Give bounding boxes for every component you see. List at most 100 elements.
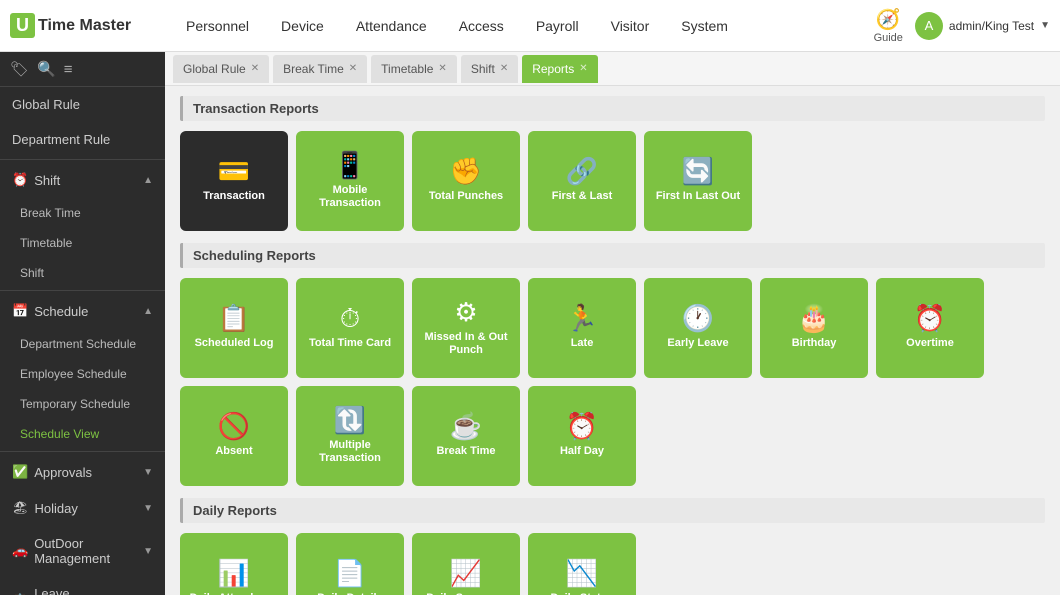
card-first-in-last-out-label: First In Last Out bbox=[656, 190, 740, 203]
tab-break-time-label: Break Time bbox=[283, 62, 344, 76]
tag-icon[interactable]: 🏷 bbox=[10, 60, 29, 78]
logo[interactable]: U Time Master bbox=[10, 13, 150, 38]
transaction-reports-grid: 💳 Transaction 📱 Mobile Transaction ✊ Tot… bbox=[180, 131, 1045, 231]
approvals-chevron-icon: ▼ bbox=[143, 467, 153, 478]
sidebar-section-approvals[interactable]: ✅ Approvals ▼ bbox=[0, 454, 165, 490]
sidebar-section-outdoor-icon: 🚗 bbox=[12, 543, 28, 559]
holiday-chevron-icon: ▼ bbox=[143, 503, 153, 514]
tab-global-rule[interactable]: Global Rule ✕ bbox=[173, 55, 269, 83]
sidebar-item-employee-schedule[interactable]: Employee Schedule bbox=[0, 359, 165, 389]
card-daily-attendance[interactable]: 📊 Daily Attendance bbox=[180, 533, 288, 595]
sidebar-section-department-rule[interactable]: Department Rule bbox=[0, 122, 165, 157]
user-info[interactable]: A admin/King Test ▼ bbox=[915, 12, 1050, 40]
card-transaction[interactable]: 💳 Transaction bbox=[180, 131, 288, 231]
nav-items: Personnel Device Attendance Access Payro… bbox=[170, 0, 874, 52]
nav-attendance[interactable]: Attendance bbox=[340, 0, 443, 52]
guide-button[interactable]: 🧭 Guide bbox=[874, 7, 903, 44]
card-overtime-label: Overtime bbox=[906, 337, 954, 350]
nav-right: 🧭 Guide A admin/King Test ▼ bbox=[874, 7, 1050, 44]
card-multiple-transaction-label: Multiple Transaction bbox=[304, 439, 396, 465]
sidebar-section-outdoor-label: OutDoor Management bbox=[34, 536, 143, 566]
sidebar-section-global-rule-label: Global Rule bbox=[12, 97, 80, 112]
sidebar-section-leave[interactable]: 📋 Leave Management ▼ bbox=[0, 576, 165, 595]
tab-break-time-close[interactable]: ✕ bbox=[349, 63, 357, 74]
tab-timetable-label: Timetable bbox=[381, 62, 433, 76]
card-birthday[interactable]: 🎂 Birthday bbox=[760, 278, 868, 378]
tab-timetable[interactable]: Timetable ✕ bbox=[371, 55, 457, 83]
card-daily-summary[interactable]: 📈 Daily Summary bbox=[412, 533, 520, 595]
card-total-time-card[interactable]: ⏱ Total Time Card bbox=[296, 278, 404, 378]
top-navigation: U Time Master Personnel Device Attendanc… bbox=[0, 0, 1060, 52]
break-time-icon: ☕ bbox=[450, 413, 482, 439]
divider-2 bbox=[0, 290, 165, 291]
tab-timetable-close[interactable]: ✕ bbox=[438, 63, 446, 74]
nav-personnel[interactable]: Personnel bbox=[170, 0, 265, 52]
card-first-in-last-out[interactable]: 🔄 First In Last Out bbox=[644, 131, 752, 231]
tab-reports-label: Reports bbox=[532, 62, 574, 76]
card-early-leave[interactable]: 🕐 Early Leave bbox=[644, 278, 752, 378]
sidebar-item-department-schedule[interactable]: Department Schedule bbox=[0, 329, 165, 359]
card-late[interactable]: 🏃 Late bbox=[528, 278, 636, 378]
sidebar-item-temporary-schedule[interactable]: Temporary Schedule bbox=[0, 389, 165, 419]
sidebar-item-break-time[interactable]: Break Time bbox=[0, 198, 165, 228]
schedule-chevron-icon: ▲ bbox=[143, 306, 153, 317]
sidebar-section-outdoor[interactable]: 🚗 OutDoor Management ▼ bbox=[0, 526, 165, 576]
sidebar-item-schedule-view[interactable]: Schedule View bbox=[0, 419, 165, 449]
birthday-icon: 🎂 bbox=[798, 305, 830, 331]
early-leave-icon: 🕐 bbox=[682, 305, 714, 331]
daily-reports-title: Daily Reports bbox=[193, 503, 277, 518]
first-in-last-out-icon: 🔄 bbox=[682, 158, 714, 184]
content-area: Global Rule ✕ Break Time ✕ Timetable ✕ S… bbox=[165, 52, 1060, 595]
absent-icon: 🚫 bbox=[218, 413, 250, 439]
nav-visitor[interactable]: Visitor bbox=[595, 0, 666, 52]
sidebar-section-approvals-label: Approvals bbox=[34, 465, 143, 480]
search-icon[interactable]: 🔍 bbox=[37, 60, 56, 78]
card-mobile-transaction[interactable]: 📱 Mobile Transaction bbox=[296, 131, 404, 231]
missed-punch-icon: ⚙ bbox=[454, 299, 477, 325]
sidebar-section-leave-label: Leave Management bbox=[34, 586, 143, 595]
scheduling-reports-title: Scheduling Reports bbox=[193, 248, 316, 263]
card-missed-in-out-punch[interactable]: ⚙ Missed In & Out Punch bbox=[412, 278, 520, 378]
user-name: admin/King Test bbox=[949, 19, 1034, 33]
nav-payroll[interactable]: Payroll bbox=[520, 0, 595, 52]
card-break-time-label: Break Time bbox=[436, 445, 495, 458]
card-total-time-card-label: Total Time Card bbox=[309, 337, 391, 350]
daily-reports-header: Daily Reports bbox=[180, 498, 1045, 523]
tab-break-time[interactable]: Break Time ✕ bbox=[273, 55, 367, 83]
nav-device[interactable]: Device bbox=[265, 0, 340, 52]
tab-global-rule-label: Global Rule bbox=[183, 62, 246, 76]
scheduling-reports-header: Scheduling Reports bbox=[180, 243, 1045, 268]
card-total-punches[interactable]: ✊ Total Punches bbox=[412, 131, 520, 231]
card-half-day[interactable]: ⏰ Half Day bbox=[528, 386, 636, 486]
card-multiple-transaction[interactable]: 🔃 Multiple Transaction bbox=[296, 386, 404, 486]
tab-global-rule-close[interactable]: ✕ bbox=[251, 63, 259, 74]
card-first-last[interactable]: 🔗 First & Last bbox=[528, 131, 636, 231]
reports-content: Transaction Reports 💳 Transaction 📱 Mobi… bbox=[165, 86, 1060, 595]
card-absent[interactable]: 🚫 Absent bbox=[180, 386, 288, 486]
card-total-punches-label: Total Punches bbox=[429, 190, 503, 203]
tab-reports-close[interactable]: ✕ bbox=[579, 63, 587, 74]
logo-u: U bbox=[10, 13, 35, 38]
card-daily-status[interactable]: 📉 Daily Status bbox=[528, 533, 636, 595]
card-break-time[interactable]: ☕ Break Time bbox=[412, 386, 520, 486]
sidebar-item-shift[interactable]: Shift bbox=[0, 258, 165, 288]
transaction-reports-title: Transaction Reports bbox=[193, 101, 319, 116]
nav-system[interactable]: System bbox=[665, 0, 744, 52]
nav-access[interactable]: Access bbox=[443, 0, 520, 52]
sidebar-section-global-rule[interactable]: Global Rule bbox=[0, 87, 165, 122]
tab-shift[interactable]: Shift ✕ bbox=[461, 55, 518, 83]
list-icon[interactable]: ≡ bbox=[64, 61, 73, 78]
tab-reports[interactable]: Reports ✕ bbox=[522, 55, 597, 83]
sidebar-item-timetable[interactable]: Timetable bbox=[0, 228, 165, 258]
card-daily-details[interactable]: 📄 Daily Details bbox=[296, 533, 404, 595]
sidebar-section-shift[interactable]: ⏰ Shift ▲ bbox=[0, 162, 165, 198]
tab-shift-close[interactable]: ✕ bbox=[500, 63, 508, 74]
sidebar-section-holiday[interactable]: 🏖 Holiday ▼ bbox=[0, 490, 165, 526]
card-overtime[interactable]: ⏰ Overtime bbox=[876, 278, 984, 378]
card-first-last-label: First & Last bbox=[552, 190, 613, 203]
sidebar-section-schedule-label: Schedule bbox=[34, 304, 143, 319]
sidebar-section-department-rule-label: Department Rule bbox=[12, 132, 110, 147]
sidebar-section-schedule[interactable]: 📅 Schedule ▲ bbox=[0, 293, 165, 329]
late-icon: 🏃 bbox=[566, 305, 598, 331]
card-scheduled-log[interactable]: 📋 Scheduled Log bbox=[180, 278, 288, 378]
